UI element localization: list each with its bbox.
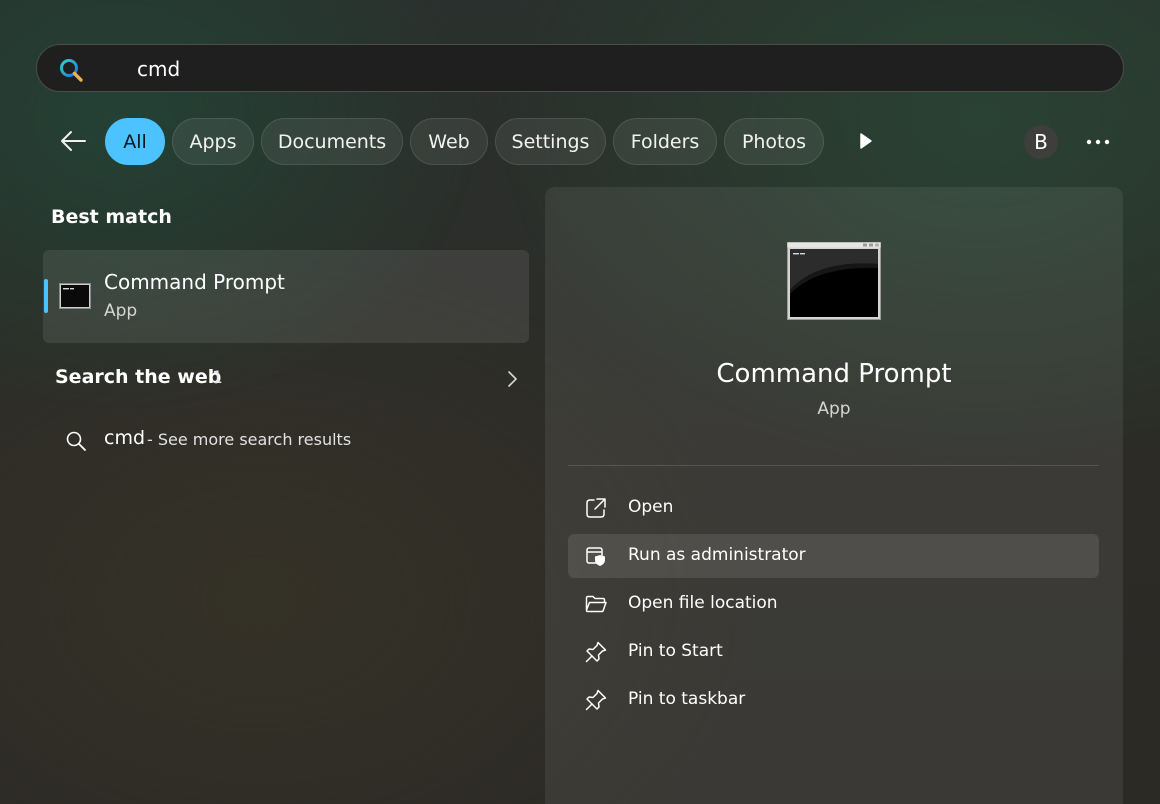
action-pin-to-taskbar[interactable]: Pin to taskbar	[568, 678, 1099, 722]
filter-chip-apps[interactable]: Apps	[172, 118, 254, 165]
ellipsis-icon	[1086, 139, 1110, 145]
action-label: Open	[628, 497, 674, 517]
arrow-left-icon	[61, 131, 86, 151]
detail-title: Command Prompt	[716, 359, 952, 389]
start-search-window: All Apps Documents Web Settings Folders …	[0, 0, 1160, 804]
web-query-suffix: - See more search results	[147, 430, 352, 449]
filter-chip-settings[interactable]: Settings	[495, 118, 606, 165]
detail-panel: Command Prompt App Open Run as administr…	[545, 187, 1123, 804]
search-web-heading[interactable]: Search the web	[55, 366, 221, 388]
best-match-result[interactable]: Command Prompt App	[43, 250, 529, 343]
command-prompt-icon	[59, 283, 91, 309]
back-button[interactable]	[54, 122, 92, 160]
search-input[interactable]	[137, 55, 1097, 83]
result-title: Command Prompt	[104, 270, 285, 294]
open-external-icon	[586, 498, 606, 518]
filter-chip-documents[interactable]: Documents	[261, 118, 403, 165]
pin-icon	[585, 641, 607, 663]
action-label: Open file location	[628, 593, 778, 613]
play-icon	[860, 133, 872, 149]
search-icon	[60, 59, 83, 82]
action-open-file-location[interactable]: Open file location	[568, 582, 1099, 626]
selection-indicator	[44, 279, 48, 313]
folder-open-icon	[585, 595, 607, 613]
action-open[interactable]: Open	[568, 486, 1099, 530]
action-run-as-administrator[interactable]: Run as administrator	[568, 534, 1099, 578]
pin-icon	[585, 689, 607, 711]
action-label: Pin to taskbar	[628, 689, 746, 709]
result-subtitle: App	[104, 301, 138, 321]
filter-chip-photos[interactable]: Photos	[724, 118, 824, 165]
more-filters-button[interactable]	[850, 122, 882, 160]
search-icon	[66, 431, 86, 451]
more-options-button[interactable]	[1078, 124, 1118, 160]
admin-shield-icon	[586, 547, 605, 566]
search-box[interactable]	[36, 44, 1124, 92]
web-search-result[interactable]: cmd - See more search results	[55, 420, 525, 460]
action-label: Run as administrator	[628, 545, 806, 565]
divider	[568, 465, 1099, 466]
action-label: Pin to Start	[628, 641, 723, 661]
best-match-heading: Best match	[51, 206, 172, 228]
chevron-right-icon[interactable]	[502, 368, 522, 390]
filter-chip-folders[interactable]: Folders	[613, 118, 717, 165]
detail-subtitle: App	[817, 399, 851, 419]
filter-chip-all[interactable]: All	[105, 118, 165, 165]
command-prompt-large-icon	[787, 242, 881, 320]
action-pin-to-start[interactable]: Pin to Start	[568, 630, 1099, 674]
web-query-text: cmd	[104, 427, 146, 449]
account-avatar[interactable]: B	[1024, 125, 1058, 159]
search-web-count: 1	[212, 368, 223, 388]
filter-chip-web[interactable]: Web	[410, 118, 488, 165]
